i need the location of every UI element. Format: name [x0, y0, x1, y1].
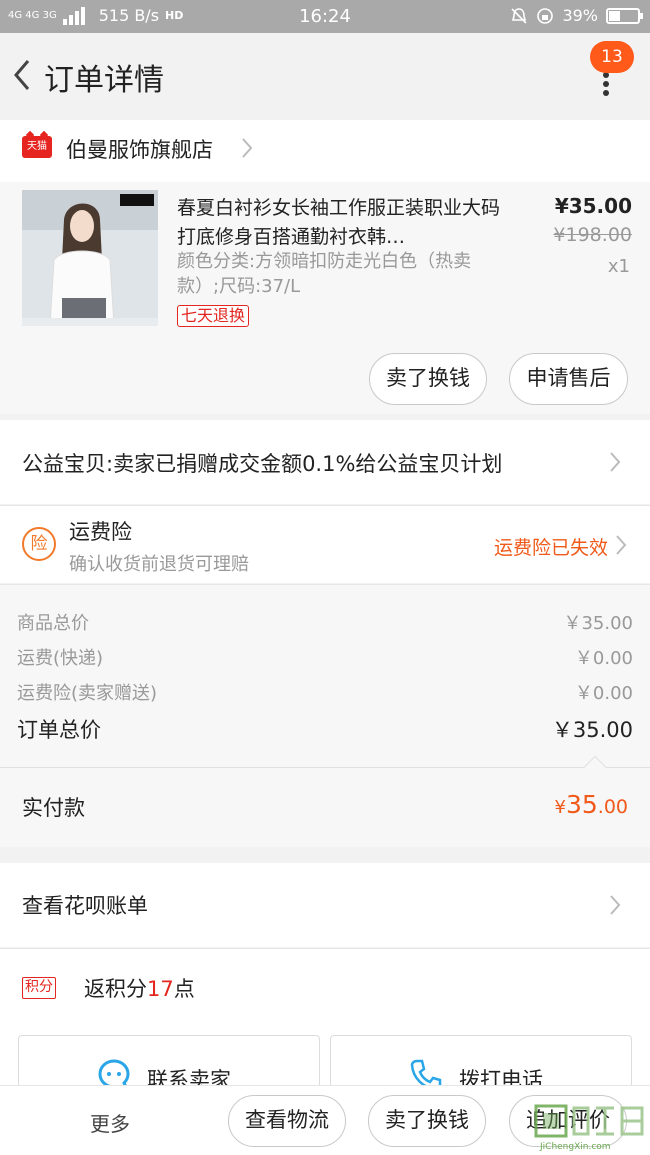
product-quantity: x1: [607, 256, 630, 277]
sell-for-cash-button[interactable]: 卖了换钱: [369, 353, 487, 405]
points-prefix: 返积分: [84, 977, 147, 1001]
amount-decimal: .00: [597, 796, 628, 818]
product-image[interactable]: [22, 190, 158, 326]
watermark-logo: [534, 1104, 644, 1138]
sell-for-cash-bottom-button[interactable]: 卖了换钱: [368, 1095, 486, 1147]
summary-label: 运费(快递): [17, 648, 104, 669]
summary-row-total: 订单总价 ￥35.00: [17, 714, 633, 742]
shipping-insurance-row[interactable]: 险 运费险 确认收货前退货可理赔 运费险已失效: [0, 505, 650, 583]
product-card[interactable]: 春夏白衬衫女长袖工作服正装职业大码打底修身百搭通勤衬衣韩… 颜色分类:方领暗扣防…: [0, 182, 650, 414]
status-right: 39%: [510, 6, 643, 25]
summary-value: ￥0.00: [574, 683, 633, 704]
more-menu-icon[interactable]: [600, 71, 612, 97]
product-original-price: ¥198.00: [553, 224, 632, 246]
store-name: 伯曼服饰旗舰店: [66, 138, 213, 162]
insurance-title: 运费险: [69, 520, 132, 544]
contact-area: 联系卖家 拨打电话: [0, 1028, 650, 1095]
actual-payment-amount: ¥35.00: [555, 790, 628, 819]
order-total-value: ￥35.00: [551, 718, 633, 742]
points-suffix: 点: [173, 977, 195, 1001]
order-total-label: 订单总价: [17, 718, 101, 742]
battery-percent: 39%: [562, 6, 598, 25]
charity-row[interactable]: 公益宝贝:卖家已捐赠成交金额0.1%给公益宝贝计划: [0, 420, 650, 504]
title-bar: 订单详情 13: [0, 33, 650, 120]
notification-badge[interactable]: 13: [590, 41, 634, 73]
amount-integer: 35: [565, 790, 598, 819]
actual-payment-row: 实付款 ¥35.00: [0, 755, 650, 847]
summary-value: ￥0.00: [574, 648, 633, 669]
chevron-right-icon: [616, 535, 627, 555]
tmall-icon: 天猫: [22, 136, 52, 158]
points-badge: 积分: [22, 977, 56, 999]
product-variant: 颜色分类:方领暗扣防走光白色（热卖款）;尺码:37/L: [177, 251, 472, 297]
price-summary: 商品总价 ￥35.00 运费(快递) ￥0.00 运费险(卖家赠送) ￥0.00…: [0, 584, 650, 767]
back-arrow-icon[interactable]: [10, 55, 34, 95]
chevron-right-icon: [610, 452, 621, 472]
request-aftersale-button[interactable]: 申请售后: [509, 353, 628, 405]
battery-icon: [606, 7, 643, 24]
chevron-right-icon: [242, 138, 253, 158]
store-row[interactable]: 天猫 伯曼服饰旗舰店: [0, 120, 650, 182]
insurance-subtitle: 确认收货前退货可理赔: [69, 554, 249, 575]
view-logistics-button[interactable]: 查看物流: [228, 1095, 346, 1147]
points-row: 积分 返积分17点: [0, 948, 650, 1028]
mute-icon: [511, 7, 528, 24]
points-count: 17: [147, 977, 174, 1001]
insurance-status: 运费险已失效: [493, 537, 608, 559]
page-title: 订单详情: [44, 63, 164, 98]
rotation-lock-icon: [537, 7, 554, 24]
seven-day-return-badge: 七天退换: [177, 305, 250, 327]
huabei-bill-row[interactable]: 查看花呗账单: [0, 863, 650, 947]
points-text: 返积分17点: [84, 973, 195, 1003]
currency-symbol: ¥: [554, 797, 566, 818]
insurance-icon: 险: [22, 527, 56, 561]
summary-label: 商品总价: [17, 613, 89, 634]
chevron-right-icon: [610, 895, 621, 915]
summary-row-insurance: 运费险(卖家赠送) ￥0.00: [17, 679, 633, 707]
summary-row-goods: 商品总价 ￥35.00: [17, 609, 633, 637]
status-bar: 4G 4G 3G 515 B/s HD 16:24 39%: [0, 0, 650, 33]
watermark-text: JiChengXin.com: [540, 1142, 611, 1152]
product-price: ¥35.00: [554, 194, 632, 218]
product-photo: [22, 190, 158, 326]
huabei-bill-text: 查看花呗账单: [22, 894, 148, 918]
summary-value: ￥35.00: [563, 613, 633, 634]
summary-label: 运费险(卖家赠送): [17, 683, 158, 704]
summary-row-shipping: 运费(快递) ￥0.00: [17, 644, 633, 672]
actual-payment-label: 实付款: [22, 796, 85, 820]
more-button[interactable]: 更多: [90, 1108, 130, 1137]
charity-text: 公益宝贝:卖家已捐赠成交金额0.1%给公益宝贝计划: [22, 452, 503, 476]
product-title[interactable]: 春夏白衬衫女长袖工作服正装职业大码打底修身百搭通勤衬衣韩…: [177, 194, 507, 252]
